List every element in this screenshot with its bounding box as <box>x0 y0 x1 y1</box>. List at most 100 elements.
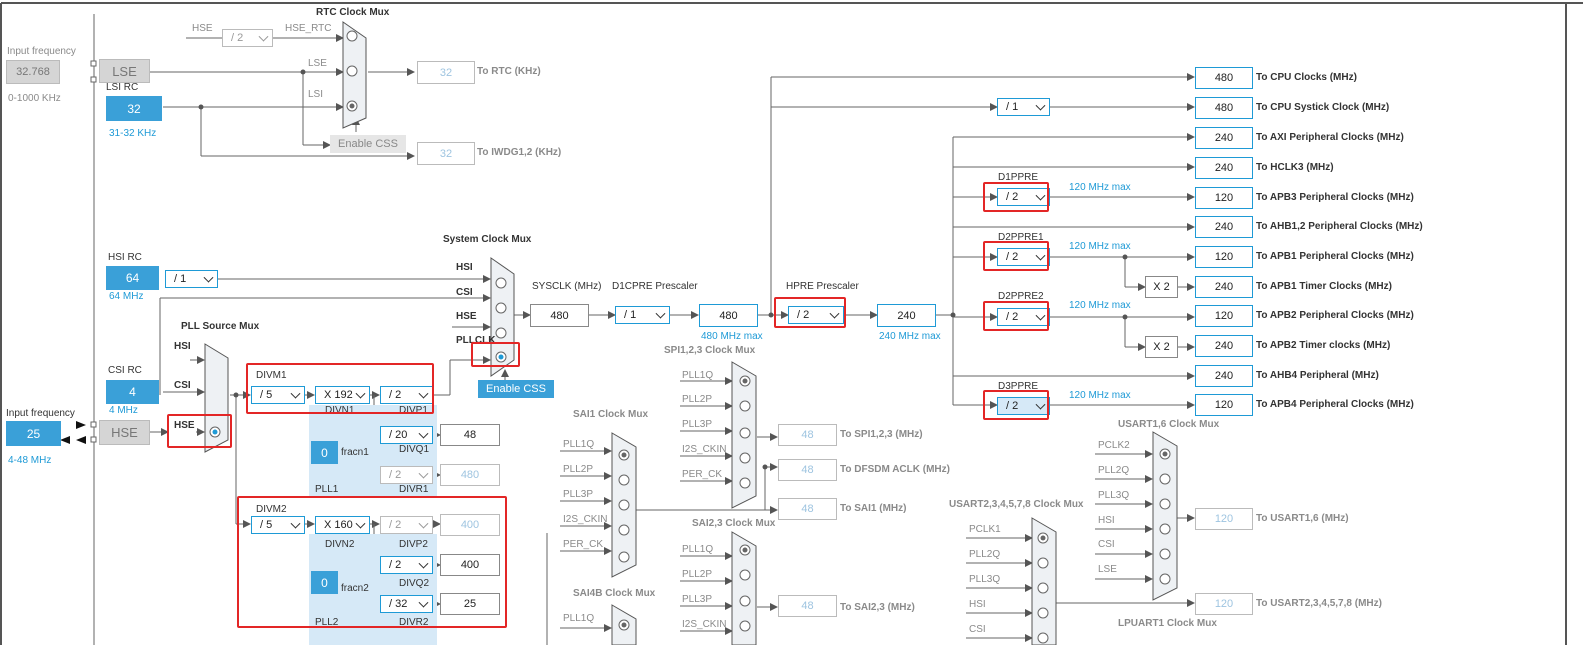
sai1-input-3: I2S_CKIN <box>563 514 608 525</box>
cpu-systick-label: To CPU Systick Clock (MHz) <box>1256 102 1390 113</box>
axi-clock-value: 240 <box>1195 127 1253 149</box>
pll1-divm-select[interactable]: / 5 <box>251 386 305 404</box>
sai1-output-value: 48 <box>778 498 837 520</box>
pll2-fracn-value[interactable]: 0 <box>311 571 338 594</box>
usart2345-output-value: 120 <box>1195 593 1253 615</box>
sai1-input-0: PLL1Q <box>563 439 595 450</box>
spi-input-0: PLL1Q <box>682 370 714 381</box>
hsi-range: 64 MHz <box>109 291 144 302</box>
axi-clock-label: To AXI Peripheral Clocks (MHz) <box>1256 132 1404 143</box>
sai23-input-1: PLL2P <box>682 569 713 580</box>
pll1-fracn-label: fracn1 <box>341 447 369 458</box>
sysclk-label: SYSCLK (MHz) <box>532 281 602 292</box>
pll2-divp-select[interactable]: / 2 <box>380 516 433 534</box>
d3ppre-divider-value: / 2 <box>1006 400 1019 412</box>
lsi-value: 32 <box>106 96 162 121</box>
pll2-divn-select[interactable]: X 160 <box>315 516 370 534</box>
apb3-clock-label: To APB3 Peripheral Clocks (MHz) <box>1256 192 1414 203</box>
d1cpre-label: D1CPRE Prescaler <box>612 281 698 292</box>
usart16-input-5: LSE <box>1098 564 1117 575</box>
d1ppre-max: 120 MHz max <box>1069 182 1131 193</box>
d2ppre2-divider[interactable]: / 2 <box>997 308 1050 326</box>
sai4b-mux-label: SAI4B Clock Mux <box>573 588 656 599</box>
sai1-input-2: PLL3P <box>563 489 594 500</box>
lse-source: LSE <box>99 59 150 83</box>
chevron-down-icon <box>418 518 429 529</box>
pll2-divp-value: / 2 <box>389 519 402 531</box>
pll1-divr-value: / 2 <box>389 469 402 481</box>
chevron-down-icon <box>203 272 214 283</box>
hpre-divider-value: / 2 <box>797 309 810 321</box>
pll1-divr-select[interactable]: / 2 <box>380 466 433 484</box>
pll2-divq-select[interactable]: / 2 <box>380 556 433 574</box>
pll1-divn-label: DIVN1 <box>325 405 355 416</box>
apb2-timer-value: 240 <box>1195 335 1253 357</box>
enable-css-button[interactable]: Enable CSS <box>478 380 554 398</box>
hse-input-field[interactable]: 25 <box>6 421 61 446</box>
apb1-timer-multiplier: X 2 <box>1145 276 1178 298</box>
ahb12-clock-value: 240 <box>1195 216 1253 238</box>
chevron-down-icon <box>829 308 840 319</box>
spi-mux-label: SPI1,2,3 Clock Mux <box>664 345 756 356</box>
apb2-timer-multiplier: X 2 <box>1145 336 1178 358</box>
chevron-down-icon <box>1035 310 1046 321</box>
pll2-divn-value: X 160 <box>324 519 353 531</box>
cpu-systick-divider[interactable]: / 1 <box>997 98 1050 116</box>
ahb4-clock-value: 240 <box>1195 365 1253 387</box>
csi-range: 4 MHz <box>109 405 138 416</box>
apb2-clock-label: To APB2 Peripheral Clocks (MHz) <box>1256 310 1414 321</box>
apb1-timer-value: 240 <box>1195 276 1253 298</box>
d2ppre1-max: 120 MHz max <box>1069 241 1131 252</box>
sai23-input-3: I2S_CKIN <box>682 619 727 630</box>
spi-input-1: PLL2P <box>682 394 713 405</box>
chevron-down-icon <box>1035 399 1046 410</box>
hse-range: 4-48 MHz <box>8 455 52 466</box>
usart2345-input-0: PCLK1 <box>969 524 1001 535</box>
d2ppre1-divider[interactable]: / 2 <box>997 248 1050 266</box>
pll1-divq-select[interactable]: / 20 <box>380 426 433 444</box>
chevron-down-icon <box>290 388 301 399</box>
lse-input-field[interactable]: 32.768 <box>6 60 60 84</box>
pll1-divp-select[interactable]: / 2 <box>380 386 433 404</box>
pll2-divn-label: DIVN2 <box>325 539 355 550</box>
hsi-divider[interactable]: / 1 <box>165 270 218 288</box>
spi-input-3: I2S_CKIN <box>682 444 727 455</box>
d1ppre-divider[interactable]: / 2 <box>997 188 1050 206</box>
pll1-divn-value: X 192 <box>324 389 353 401</box>
pll1-fracn-value[interactable]: 0 <box>311 441 338 464</box>
csi-value: 4 <box>106 380 159 404</box>
hpre-output-value: 240 <box>877 304 936 327</box>
apb1-timer-label: To APB1 Timer Clocks (MHz) <box>1256 281 1392 292</box>
pll2-divm-select[interactable]: / 5 <box>251 516 305 534</box>
lse-range: 0-1000 KHz <box>8 93 61 104</box>
pll2-divp-label: DIVP2 <box>399 539 428 550</box>
pll2-fracn-label: fracn2 <box>341 583 369 594</box>
pll1-divp-value: / 2 <box>389 389 402 401</box>
pll1-divq-value: / 20 <box>389 429 408 441</box>
hpre-divider[interactable]: / 2 <box>788 306 844 324</box>
sai23-mux-label: SAI2,3 Clock Mux <box>692 518 776 529</box>
pll2-divr-select[interactable]: / 32 <box>380 595 433 613</box>
cpu-clock-value: 480 <box>1195 67 1253 89</box>
chevron-down-icon <box>418 468 429 479</box>
rtc-hse-divider[interactable]: / 2 <box>222 29 273 47</box>
d3ppre-max: 120 MHz max <box>1069 390 1131 401</box>
apb3-clock-value: 120 <box>1195 187 1253 209</box>
d2ppre2-divider-value: / 2 <box>1006 311 1019 323</box>
lse-input-label: Input frequency <box>7 46 76 57</box>
d1cpre-divider[interactable]: / 1 <box>615 306 670 324</box>
d1ppre-divider-value: / 2 <box>1006 191 1019 203</box>
usart16-input-3: HSI <box>1098 515 1115 526</box>
apb4-clock-label: To APB4 Peripheral Clocks (MHz) <box>1256 399 1414 410</box>
rtc-output-label: To RTC (KHz) <box>477 66 541 77</box>
sysmux-pllclk-label: PLLCLK <box>456 335 496 346</box>
usart16-input-4: CSI <box>1098 539 1115 550</box>
rtc-enable-css-button[interactable]: Enable CSS <box>330 135 406 153</box>
lsi-label: LSI RC <box>106 82 139 93</box>
pll1-divn-select[interactable]: X 192 <box>315 386 370 404</box>
d3ppre-divider[interactable]: / 2 <box>997 397 1050 415</box>
hsi-label: HSI RC <box>108 252 142 263</box>
pll-src-hsi-label: HSI <box>174 341 191 352</box>
sai1-mux-label: SAI1 Clock Mux <box>573 409 649 420</box>
sai4b-input-0: PLL1Q <box>563 613 595 624</box>
